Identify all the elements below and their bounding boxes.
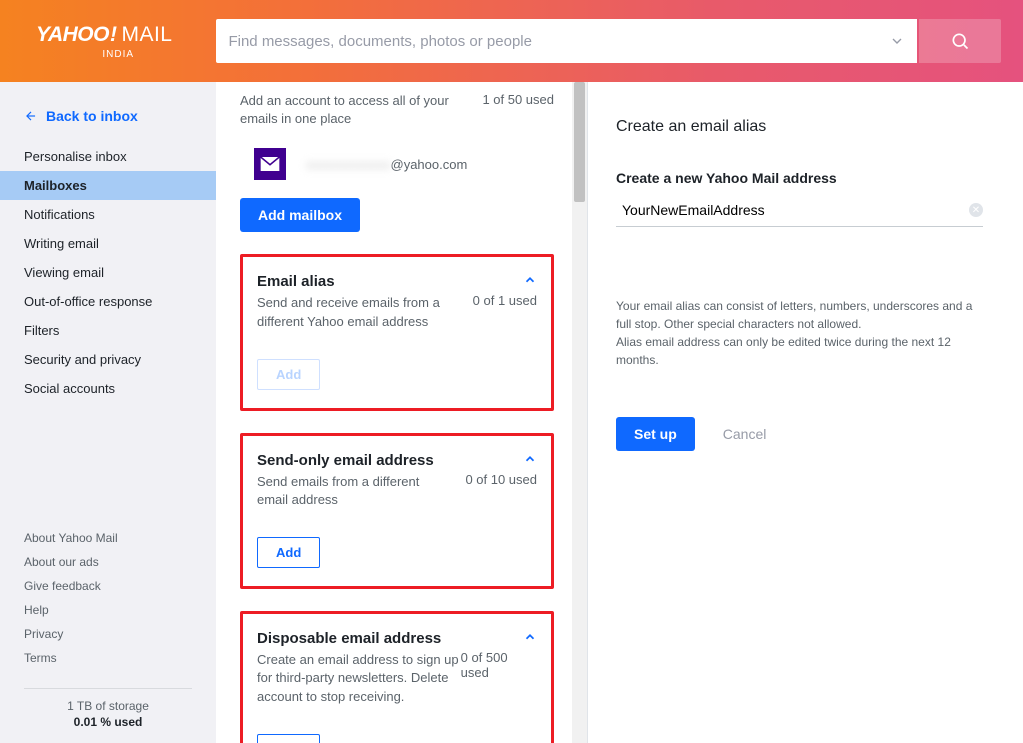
chevron-up-icon[interactable]	[523, 273, 537, 287]
email-alias-add-button: Add	[257, 359, 320, 390]
back-to-inbox-label: Back to inbox	[46, 108, 138, 124]
link-privacy[interactable]: Privacy	[24, 622, 216, 646]
scrollbar-thumb[interactable]	[574, 82, 585, 202]
disposable-add-button[interactable]: Add	[257, 734, 320, 743]
chevron-down-icon[interactable]	[889, 33, 905, 49]
arrow-left-icon	[24, 109, 38, 123]
mailbox-list-desc: Add an account to access all of your ema…	[240, 92, 450, 128]
search-icon	[950, 31, 970, 51]
email-alias-count: 0 of 1 used	[473, 293, 537, 308]
mailbox-list-count: 1 of 50 used	[482, 92, 554, 107]
setup-button[interactable]: Set up	[616, 417, 695, 451]
nav-social-accounts[interactable]: Social accounts	[0, 374, 216, 403]
search-input[interactable]	[228, 33, 889, 50]
nav-writing-email[interactable]: Writing email	[0, 229, 216, 258]
search-bar	[216, 19, 1001, 63]
chevron-up-icon[interactable]	[523, 630, 537, 644]
cancel-link[interactable]: Cancel	[723, 426, 767, 442]
nav-viewing-email[interactable]: Viewing email	[0, 258, 216, 287]
mailbox-account-email: xxxxxxxxxxxxx@yahoo.com	[306, 157, 467, 172]
alias-input-wrap[interactable]: ✕	[616, 196, 983, 227]
disposable-desc: Create an email address to sign up for t…	[257, 651, 461, 706]
send-only-section: Send-only email address Send emails from…	[240, 433, 554, 589]
link-about-our-ads[interactable]: About our ads	[24, 550, 216, 574]
disposable-title: Disposable email address	[257, 630, 461, 647]
send-only-title: Send-only email address	[257, 452, 447, 469]
logo-mail-text: MAIL	[121, 23, 172, 47]
logo-region-text: INDIA	[102, 49, 134, 60]
nav-filters[interactable]: Filters	[0, 316, 216, 345]
link-help[interactable]: Help	[24, 598, 216, 622]
search-input-wrap[interactable]	[216, 19, 917, 63]
email-alias-title: Email alias	[257, 273, 447, 290]
search-button[interactable]	[919, 19, 1001, 63]
storage-info: 1 TB of storage 0.01 % used	[0, 699, 216, 743]
nav-mailboxes[interactable]: Mailboxes	[0, 171, 216, 200]
mail-icon	[254, 148, 286, 180]
add-mailbox-button[interactable]: Add mailbox	[240, 198, 360, 232]
settings-nav: Personalise inbox Mailboxes Notification…	[0, 142, 216, 403]
send-only-desc: Send emails from a different email addre…	[257, 473, 447, 509]
mailbox-account-row[interactable]: xxxxxxxxxxxxx@yahoo.com	[254, 148, 554, 180]
storage-used: 0.01 % used	[0, 715, 216, 729]
chevron-up-icon[interactable]	[523, 452, 537, 466]
send-only-count: 0 of 10 used	[465, 472, 537, 487]
back-to-inbox-link[interactable]: Back to inbox	[0, 104, 216, 142]
sidebar-footer-links: About Yahoo Mail About our ads Give feed…	[0, 526, 216, 684]
create-alias-panel: Create an email alias Create a new Yahoo…	[588, 82, 1023, 743]
disposable-section: Disposable email address Create an email…	[240, 611, 554, 743]
send-only-add-button[interactable]: Add	[257, 537, 320, 568]
logo-brand-text: YAHOO	[36, 23, 109, 47]
disposable-count: 0 of 500 used	[461, 650, 537, 680]
nav-notifications[interactable]: Notifications	[0, 200, 216, 229]
yahoo-mail-logo[interactable]: YAHOO ! MAIL INDIA	[36, 23, 172, 60]
storage-total: 1 TB of storage	[0, 699, 216, 713]
clear-input-icon[interactable]: ✕	[969, 203, 983, 217]
create-alias-subtitle: Create a new Yahoo Mail address	[616, 170, 983, 186]
link-give-feedback[interactable]: Give feedback	[24, 574, 216, 598]
create-alias-title: Create an email alias	[616, 118, 983, 136]
email-alias-desc: Send and receive emails from a different…	[257, 294, 447, 330]
link-about-yahoo-mail[interactable]: About Yahoo Mail	[24, 526, 216, 550]
alias-input[interactable]	[622, 202, 969, 218]
mailboxes-panel: Add an account to access all of your ema…	[216, 82, 588, 743]
app-header: YAHOO ! MAIL INDIA	[0, 0, 1023, 82]
email-alias-section: Email alias Send and receive emails from…	[240, 254, 554, 410]
sidebar-divider	[24, 688, 192, 689]
nav-security-privacy[interactable]: Security and privacy	[0, 345, 216, 374]
scrollbar-track[interactable]	[572, 82, 587, 743]
logo-exclamation: !	[110, 23, 118, 47]
alias-help-line1: Your email alias can consist of letters,…	[616, 297, 983, 333]
nav-personalise-inbox[interactable]: Personalise inbox	[0, 142, 216, 171]
settings-sidebar: Back to inbox Personalise inbox Mailboxe…	[0, 82, 216, 743]
nav-out-of-office[interactable]: Out-of-office response	[0, 287, 216, 316]
alias-help-line2: Alias email address can only be edited t…	[616, 333, 983, 369]
link-terms[interactable]: Terms	[24, 646, 216, 670]
alias-help-text: Your email alias can consist of letters,…	[616, 297, 983, 369]
